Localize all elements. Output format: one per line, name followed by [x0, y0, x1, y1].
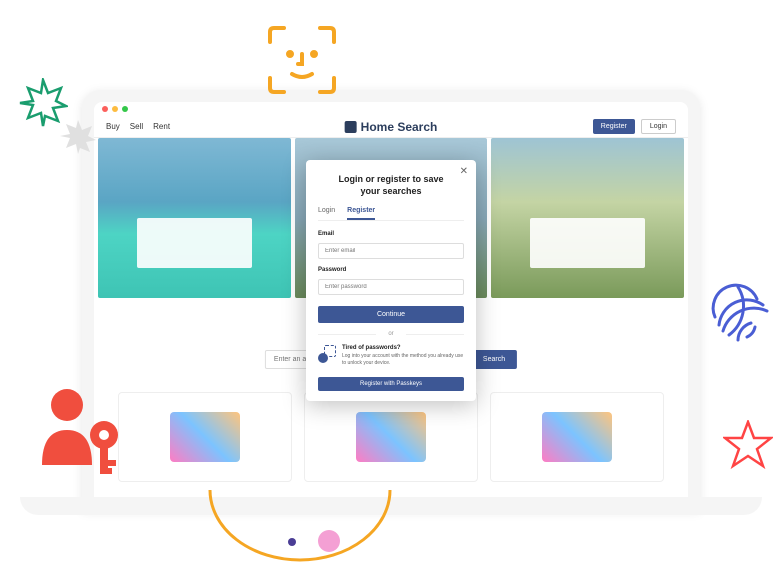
passkey-promo: Tired of passwords? Log into your accoun… [318, 345, 464, 366]
feature-card[interactable] [304, 392, 478, 482]
login-button[interactable]: Login [641, 119, 676, 134]
nav-rent[interactable]: Rent [153, 122, 170, 131]
brand-logo-icon [345, 121, 357, 133]
nav-buy[interactable]: Buy [106, 122, 120, 131]
laptop-frame: Buy Sell Rent Home Search Register Login… [82, 90, 700, 510]
feature-card[interactable] [490, 392, 664, 482]
hero-image [98, 138, 291, 298]
star-gray-icon [60, 118, 96, 154]
register-passkey-button[interactable]: Register with Passkeys [318, 377, 464, 391]
dot-pink-icon [318, 530, 340, 552]
close-icon[interactable]: ✕ [460, 166, 468, 177]
password-label: Password [318, 267, 464, 273]
passkey-title: Tired of passwords? [342, 345, 464, 351]
passkey-icon [318, 345, 336, 363]
search-button[interactable]: Search [471, 350, 517, 369]
fingerprint-icon [703, 275, 773, 345]
nav-sell[interactable]: Sell [130, 122, 143, 131]
browser-window: Buy Sell Rent Home Search Register Login… [94, 102, 688, 510]
tab-login[interactable]: Login [318, 207, 335, 220]
password-field[interactable] [318, 279, 464, 295]
modal-title: Login or register to save your searches [328, 174, 454, 197]
continue-button[interactable]: Continue [318, 306, 464, 323]
brand-name: Home Search [361, 120, 438, 134]
hero-image [491, 138, 684, 298]
tab-register[interactable]: Register [347, 207, 375, 220]
arc-icon [200, 490, 400, 570]
email-field[interactable] [318, 243, 464, 259]
feature-cards [94, 392, 688, 482]
brand: Home Search [345, 120, 438, 134]
person-key-icon [32, 380, 132, 480]
auth-modal: ✕ Login or register to save your searche… [306, 160, 476, 401]
window-controls [102, 106, 128, 112]
dot-purple-icon [288, 538, 296, 546]
register-button[interactable]: Register [593, 119, 635, 134]
face-id-icon [262, 20, 342, 100]
auth-tabs: Login Register [318, 207, 464, 221]
divider-or: or [318, 331, 464, 337]
star-outline-icon [723, 420, 773, 470]
feature-card[interactable] [118, 392, 292, 482]
passkey-desc: Log into your account with the method yo… [342, 353, 464, 366]
email-label: Email [318, 231, 464, 237]
top-nav: Buy Sell Rent Home Search Register Login [94, 116, 688, 138]
